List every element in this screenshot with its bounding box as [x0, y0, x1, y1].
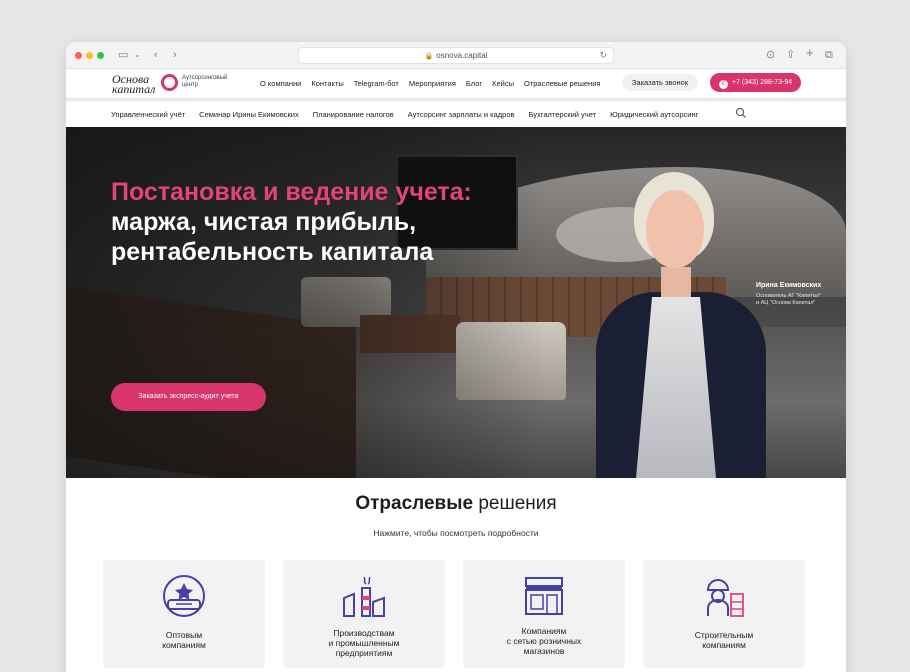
founder-name: Ирина Екимовских [756, 282, 822, 289]
card-construction-label-1: Строительным [694, 630, 754, 640]
store-icon [525, 577, 563, 615]
founder-neck [661, 267, 691, 302]
top-nav: О компании Контакты Telegram-бот Меропри… [260, 79, 610, 88]
founder-role: Основатель АГ "Капитал" и АЦ "Основа Кап… [756, 293, 836, 307]
services-nav: Управленческий учёт Семинар Ирины Екимов… [111, 110, 712, 119]
tabs-overview-icon[interactable]: ⧉ [825, 48, 833, 62]
site-header: Основа капитал Аутсорсинговый центр О ко… [66, 69, 846, 127]
logo-subtitle: Аутсорсинговый центр [182, 75, 228, 88]
founder-face [646, 190, 704, 268]
subnav-payroll-outsourcing[interactable]: Аутсорсинг зарплаты и кадров [408, 110, 515, 119]
request-call-button[interactable]: Заказать звонок [622, 74, 698, 91]
reload-icon[interactable]: ↻ [599, 48, 607, 63]
forward-icon[interactable]: › [173, 48, 177, 62]
card-construction-label-2: компаниям [702, 640, 746, 650]
subnav-tax-planning[interactable]: Планирование налогов [313, 110, 394, 119]
back-icon[interactable]: ‹ [154, 48, 158, 62]
nav-contacts[interactable]: Контакты [311, 79, 343, 88]
founder-photo [586, 172, 766, 478]
address-bar[interactable]: 🔒 osnova.capital ↻ [298, 47, 614, 64]
logo-ring-icon [161, 74, 178, 91]
construction-icon [706, 579, 744, 617]
nav-cases[interactable]: Кейсы [492, 79, 514, 88]
card-construction[interactable]: Строительным компаниям [643, 560, 805, 668]
url-text: osnova.capital [436, 51, 488, 60]
wholesale-icon [163, 575, 205, 617]
nav-industry-solutions[interactable]: Отраслевые решения [524, 79, 600, 88]
hero-banner: Постановка и ведение учета: маржа, чиста… [66, 127, 846, 478]
industries-title-rest: решения [478, 493, 557, 514]
download-icon[interactable]: ⊙ [766, 48, 775, 62]
nav-about[interactable]: О компании [260, 79, 301, 88]
subnav-management-accounting[interactable]: Управленческий учёт [111, 110, 185, 119]
card-retail[interactable]: Компаниям с сетью розничных магазинов [463, 560, 625, 668]
hero-title-accent: Постановка и ведение учета: [111, 178, 472, 206]
card-wholesale[interactable]: Оптовым компаниям [103, 560, 265, 668]
sidebar-icon[interactable]: ▭ [118, 48, 128, 62]
browser-toolbar: ▭ ⌄ ‹ › 🔒 osnova.capital ↻ ⊙ ⇧ + ⧉ [66, 42, 846, 69]
minimize-window-button[interactable] [86, 52, 93, 59]
subnav-bookkeeping[interactable]: Бухгалтерский учет [529, 110, 597, 119]
industries-title-bold: Отраслевые [355, 493, 474, 514]
founder-role-line1: Основатель АГ "Капитал" [756, 293, 821, 299]
hero-title-line3: рентабельность капитала [111, 238, 434, 266]
card-manufacturing-label-1: Производствам [333, 628, 395, 638]
lock-icon: 🔒 [424, 53, 434, 60]
subnav-legal-outsourcing[interactable]: Юридический аутсорсинг [610, 110, 698, 119]
industries-subtitle: Нажмите, чтобы посмотреть подробности [373, 528, 539, 538]
industries-title: Отраслевые решения [66, 493, 846, 515]
card-manufacturing-label-3: предприятиям [335, 648, 393, 658]
share-icon[interactable]: ⇧ [786, 48, 795, 62]
nav-events[interactable]: Мероприятия [409, 79, 456, 88]
search-icon[interactable] [735, 107, 747, 119]
chevron-down-icon[interactable]: ⌄ [134, 48, 141, 62]
factory-icon [343, 576, 385, 617]
card-retail-label-3: магазинов [523, 646, 565, 656]
hero-title: Постановка и ведение учета: маржа, чиста… [111, 177, 551, 267]
new-tab-icon[interactable]: + [806, 46, 814, 60]
browser-window: ▭ ⌄ ‹ › 🔒 osnova.capital ↻ ⊙ ⇧ + ⧉ Основа… [66, 42, 846, 672]
whatsapp-icon: ✆ [719, 80, 728, 89]
card-manufacturing[interactable]: Производствам и промышленным предприятия… [283, 560, 445, 668]
phone-button[interactable]: ✆ +7 (343) 288-73-94 [710, 73, 801, 92]
nav-blog[interactable]: Блог [466, 79, 482, 88]
express-audit-button[interactable]: Заказать экспресс-аудит учета [111, 383, 266, 411]
header-divider [66, 98, 846, 102]
card-manufacturing-label-2: и промышленным [328, 638, 400, 648]
card-retail-label-1: Компаниям [521, 626, 567, 636]
card-retail-label-2: с сетью розничных [506, 636, 582, 646]
hero-title-line2: маржа, чистая прибыль, [111, 208, 417, 236]
card-wholesale-label-1: Оптовым [165, 630, 203, 640]
nav-telegram-bot[interactable]: Telegram-бот [354, 79, 399, 88]
subnav-seminar[interactable]: Семинар Ирины Екимовских [199, 110, 299, 119]
founder-role-line2: и АЦ "Основа Капитал" [756, 300, 816, 306]
zoom-window-button[interactable] [97, 52, 104, 59]
card-wholesale-label-2: компаниям [162, 640, 206, 650]
close-window-button[interactable] [75, 52, 82, 59]
phone-number: +7 (343) 288-73-94 [732, 79, 793, 86]
